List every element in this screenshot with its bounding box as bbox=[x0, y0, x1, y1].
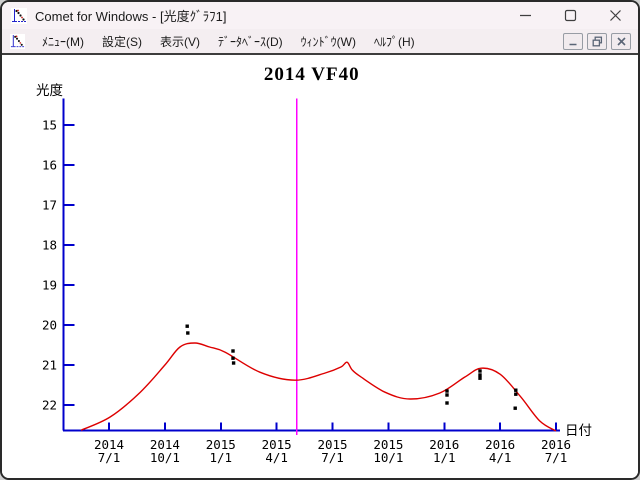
y-tick-label: 16 bbox=[42, 158, 57, 173]
observation-point bbox=[231, 349, 234, 352]
x-tick-label-date: 1/1 bbox=[209, 450, 232, 465]
light-curve-chart: 151617181920212220147/1201410/120151/120… bbox=[2, 57, 638, 480]
menu-item-database[interactable]: ﾃﾞｰﾀﾍﾞｰｽ(D) bbox=[209, 30, 292, 53]
mdi-minimize-button[interactable] bbox=[563, 33, 583, 50]
menu-item-help[interactable]: ﾍﾙﾌﾟ(H) bbox=[365, 30, 424, 53]
caption-buttons bbox=[503, 2, 638, 29]
y-tick-label: 19 bbox=[42, 278, 57, 293]
x-tick-label-date: 7/1 bbox=[321, 450, 344, 465]
observation-point bbox=[514, 407, 517, 410]
observation-point bbox=[231, 357, 234, 360]
app-window: Comet for Windows - [光度ｸﾞﾗﾌ1] bbox=[0, 0, 640, 480]
mdi-restore-button[interactable] bbox=[587, 33, 607, 50]
mdi-restore-icon bbox=[592, 36, 603, 47]
maximize-icon bbox=[564, 9, 577, 22]
x-tick-label-date: 4/1 bbox=[489, 450, 512, 465]
x-axis-title: 日付 bbox=[565, 423, 592, 439]
mdi-window-buttons bbox=[563, 33, 631, 50]
observation-point bbox=[232, 361, 235, 364]
close-button[interactable] bbox=[593, 2, 638, 29]
observation-point bbox=[478, 373, 481, 376]
y-tick-label: 17 bbox=[42, 198, 57, 213]
menu-item-window[interactable]: ｳｨﾝﾄﾞｳ(W) bbox=[292, 30, 365, 53]
y-tick-label: 18 bbox=[42, 238, 57, 253]
close-icon bbox=[609, 9, 622, 22]
observation-point bbox=[186, 325, 189, 328]
observation-point bbox=[186, 331, 189, 334]
window-title: Comet for Windows - [光度ｸﾞﾗﾌ1] bbox=[35, 6, 226, 25]
y-axis-title: 光度 bbox=[36, 83, 63, 99]
observation-point bbox=[445, 401, 448, 404]
model-light-curve bbox=[81, 343, 556, 431]
mdi-minimize-icon bbox=[568, 36, 579, 47]
maximize-button[interactable] bbox=[548, 2, 593, 29]
mdi-close-icon bbox=[616, 36, 627, 47]
observation-point bbox=[445, 389, 448, 392]
minimize-icon bbox=[519, 9, 532, 22]
menu-item-settings[interactable]: 設定(S) bbox=[93, 30, 151, 53]
observation-point bbox=[514, 393, 517, 396]
mdi-child-system-icon[interactable] bbox=[10, 34, 25, 49]
y-tick-label: 22 bbox=[42, 398, 57, 413]
x-tick-label-date: 4/1 bbox=[265, 450, 288, 465]
light-curve-app-icon bbox=[11, 8, 27, 24]
menu-item-view[interactable]: 表示(V) bbox=[151, 30, 209, 53]
graph-window: 151617181920212220147/1201410/120151/120… bbox=[2, 57, 638, 478]
menu-bar: ﾒﾆｭｰ(M) 設定(S) 表示(V) ﾃﾞｰﾀﾍﾞｰｽ(D) ｳｨﾝﾄﾞｳ(W… bbox=[2, 29, 638, 55]
y-tick-label: 15 bbox=[42, 118, 57, 133]
x-tick-label-date: 7/1 bbox=[545, 450, 568, 465]
title-bar: Comet for Windows - [光度ｸﾞﾗﾌ1] bbox=[2, 2, 638, 29]
y-tick-label: 21 bbox=[42, 358, 57, 373]
x-tick-label-date: 10/1 bbox=[150, 450, 180, 465]
menu-item-menu[interactable]: ﾒﾆｭｰ(M) bbox=[33, 30, 93, 53]
x-tick-label-date: 10/1 bbox=[373, 450, 403, 465]
x-tick-label-date: 7/1 bbox=[98, 450, 121, 465]
chart-title: 2014 VF40 bbox=[264, 64, 360, 85]
observation-point bbox=[478, 369, 481, 372]
minimize-button[interactable] bbox=[503, 2, 548, 29]
observation-point bbox=[478, 377, 481, 380]
observation-point bbox=[514, 389, 517, 392]
observation-point bbox=[445, 393, 448, 396]
y-tick-label: 20 bbox=[42, 318, 57, 333]
mdi-close-button[interactable] bbox=[611, 33, 631, 50]
x-tick-label-date: 1/1 bbox=[433, 450, 456, 465]
